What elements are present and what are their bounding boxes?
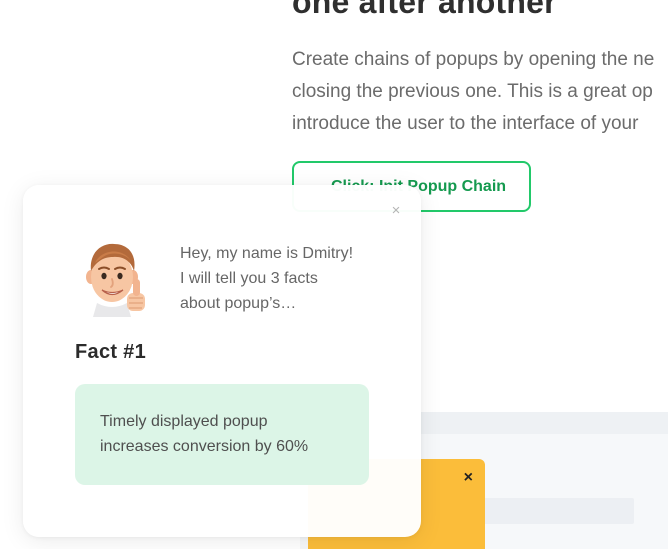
page: one after another Create chains of popup…	[0, 0, 668, 549]
fact-card: Timely displayed popup increases convers…	[75, 384, 369, 485]
section-description: Create chains of popups by opening the n…	[292, 44, 668, 140]
fact-text: Timely displayed popup increases convers…	[100, 409, 344, 459]
popup-intro-line: about popup’s…	[180, 295, 297, 312]
section-heading: one after another	[292, 0, 557, 20]
popup-intro-line: I will tell you 3 facts	[180, 270, 318, 287]
fact-popup: × Hey, my name is Dmitry! I will tell yo…	[23, 185, 421, 537]
popup-close-icon[interactable]: ×	[388, 203, 404, 219]
memoji-thumbs-up-icon	[83, 241, 151, 317]
fact-text-line: increases conversion by 60%	[100, 438, 309, 455]
popup-intro-text: Hey, my name is Dmitry! I will tell you …	[180, 241, 380, 316]
fact-title: Fact #1	[75, 341, 147, 363]
section-description-line: introduce the user to the interface of y…	[292, 113, 639, 134]
fact-text-line: Timely displayed popup	[100, 413, 268, 430]
popup-intro-line: Hey, my name is Dmitry!	[180, 245, 354, 262]
mockup-close-icon[interactable]: ×	[464, 468, 473, 488]
section-description-line: closing the previous one. This is a grea…	[292, 81, 653, 102]
section-description-line: Create chains of popups by opening the n…	[292, 49, 655, 70]
